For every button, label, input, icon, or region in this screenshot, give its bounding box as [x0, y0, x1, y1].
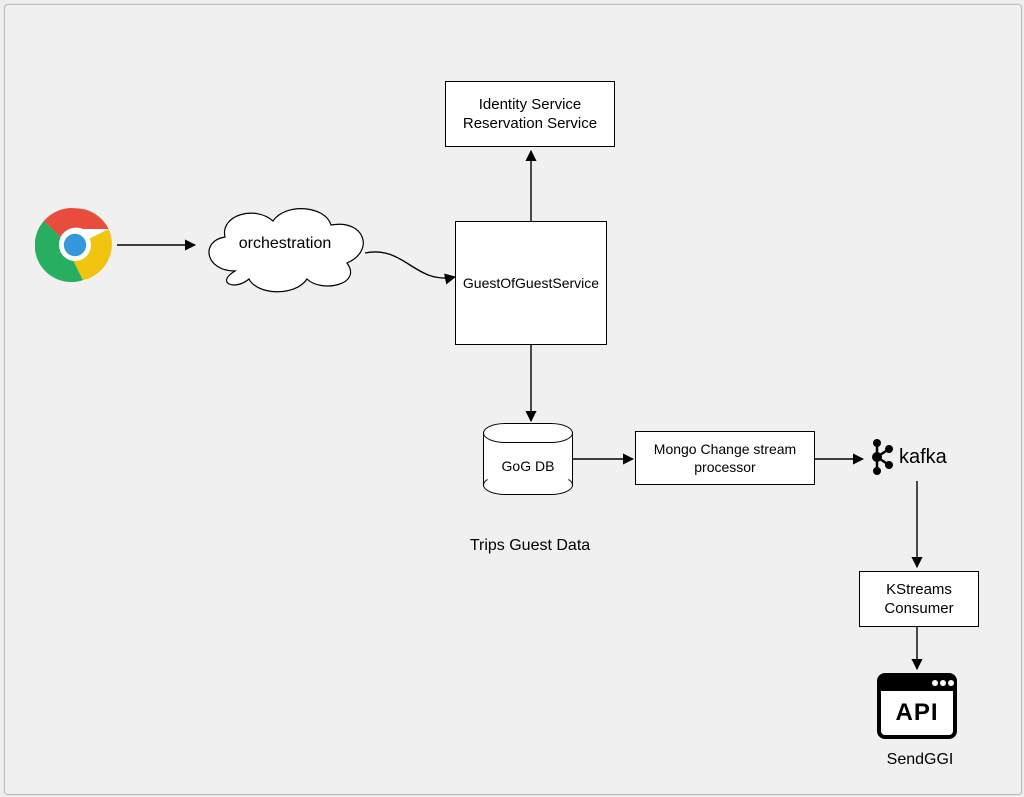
- diagram-canvas: orchestration Identity Service Reservati…: [4, 4, 1022, 795]
- api-text: API: [877, 699, 957, 727]
- gog-db-cylinder: GoG DB: [483, 423, 573, 495]
- kafka-label: kafka: [899, 446, 947, 469]
- kstreams-box: KStreams Consumer: [859, 571, 979, 627]
- orchestration-label: orchestration: [195, 235, 375, 253]
- mongo-line1: Mongo Change stream: [654, 441, 796, 457]
- sendggi-label: SendGGI: [875, 751, 965, 769]
- identity-line1: Identity Service: [479, 96, 582, 113]
- kafka-node: kafka: [867, 437, 977, 477]
- identity-line2: Reservation Service: [463, 115, 597, 132]
- chrome-icon: [35, 205, 115, 285]
- kafka-icon: [867, 437, 895, 477]
- mongo-line2: processor: [694, 459, 755, 475]
- gog-service-label: GuestOfGuestService: [463, 274, 599, 292]
- identity-reservation-box: Identity Service Reservation Service: [445, 81, 615, 147]
- gog-db-label: GoG DB: [483, 458, 573, 474]
- kstreams-line1: KStreams: [886, 581, 952, 598]
- kstreams-line2: Consumer: [884, 600, 953, 617]
- gog-service-box: GuestOfGuestService: [455, 221, 607, 345]
- orchestration-cloud: orchestration: [195, 201, 375, 293]
- api-icon: API: [877, 673, 957, 739]
- trips-guest-data-label: Trips Guest Data: [465, 537, 595, 555]
- mongo-processor-box: Mongo Change stream processor: [635, 431, 815, 485]
